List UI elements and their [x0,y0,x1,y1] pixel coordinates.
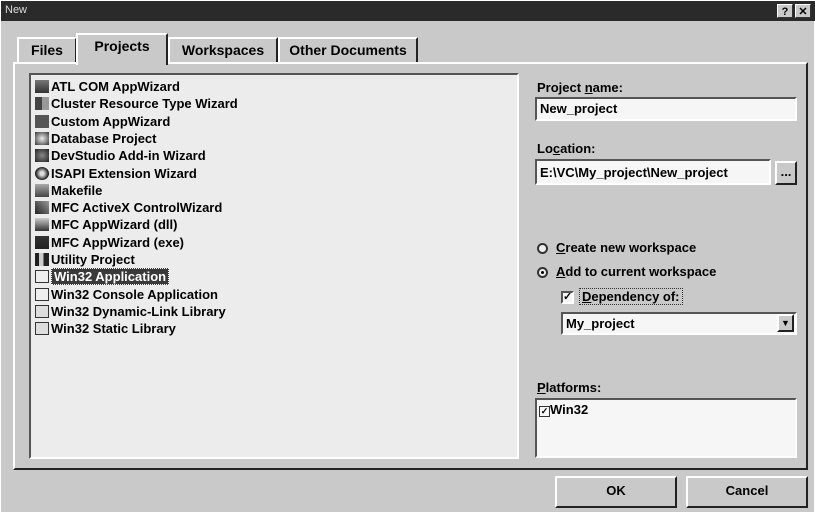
create-workspace-radio[interactable] [537,243,548,254]
list-item[interactable]: ISAPI Extension Wizard [35,166,197,183]
project-name-input[interactable]: New_project [535,97,797,121]
list-item-label: Win32 Application [51,268,170,286]
dependency-checkbox[interactable]: ✓ [561,291,574,304]
location-label: Location: [537,141,596,156]
list-item-label: MFC AppWizard (exe) [51,234,185,250]
list-item[interactable]: Win32 Dynamic-Link Library [35,304,226,321]
globe-icon [35,166,49,180]
list-item-label: Custom AppWizard [51,113,171,129]
platforms-label: Platforms: [537,380,602,395]
custom-wizard-icon [35,114,49,128]
list-item[interactable]: Win32 Application [35,268,170,286]
addin-icon [35,149,49,163]
cancel-button[interactable]: Cancel [686,476,808,508]
list-item-label: Win32 Console Application [51,286,218,302]
list-item-label: MFC AppWizard (dll) [51,217,178,233]
help-button[interactable]: ? [777,4,793,18]
win32-app-icon [35,270,49,284]
list-item-label: Database Project [51,130,157,146]
add-to-workspace-label[interactable]: Add to current workspace [556,264,716,279]
list-item-label: Makefile [51,182,103,198]
title-bar: New ? ✕ [1,1,815,21]
list-item[interactable]: MFC AppWizard (dll) [35,217,178,234]
database-icon [35,131,49,145]
platform-checkbox[interactable]: ✓ [539,406,550,417]
project-type-list[interactable]: ATL COM AppWizard Cluster Resource Type W… [29,73,519,459]
browse-button[interactable]: ... [775,161,797,185]
list-item-label: MFC ActiveX ControlWizard [51,200,223,216]
dependency-select[interactable]: My_project [561,312,797,335]
atl-icon [35,80,49,93]
platform-item-win32[interactable]: Win32 [550,402,588,417]
list-item[interactable]: MFC AppWizard (exe) [35,235,184,252]
list-item-label: DevStudio Add-in Wizard [51,148,206,164]
close-button[interactable]: ✕ [795,4,811,18]
platforms-list[interactable]: ✓ Win32 [535,398,797,458]
tab-other-documents[interactable]: Other Documents [278,37,418,62]
list-item-label: ISAPI Extension Wizard [51,165,197,181]
chevron-down-icon[interactable]: ▼ [777,314,794,332]
project-name-label: Project name: [537,80,623,95]
tab-files[interactable]: Files [17,37,77,62]
list-item-label: Win32 Static Library [51,321,176,337]
mfc-exe-icon [35,235,49,249]
list-item-label: Cluster Resource Type Wizard [51,96,238,112]
tab-workspaces[interactable]: Workspaces [168,37,278,62]
list-item[interactable]: Database Project [35,131,157,148]
list-item[interactable]: Win32 Static Library [35,321,176,338]
dependency-label[interactable]: Dependency of: [579,288,683,305]
window-title: New [5,4,28,16]
list-item-label: Win32 Dynamic-Link Library [51,303,226,319]
list-item[interactable]: MFC ActiveX ControlWizard [35,200,222,217]
utility-icon [35,253,49,266]
ok-button[interactable]: OK [555,476,677,508]
activex-icon [35,201,49,215]
lib-icon [35,322,49,336]
list-item[interactable]: ATL COM AppWizard [35,79,180,96]
add-to-workspace-radio[interactable] [537,267,548,278]
list-item[interactable]: DevStudio Add-in Wizard [35,148,206,165]
list-item[interactable]: Makefile [35,183,102,200]
console-icon [35,287,49,301]
dll-icon [35,304,49,318]
new-project-dialog: New ? ✕ Files Projects Workspaces Other … [0,0,815,513]
list-item[interactable]: Utility Project [35,252,135,269]
list-item[interactable]: Cluster Resource Type Wizard [35,96,238,113]
list-item[interactable]: Win32 Console Application [35,287,218,304]
list-item[interactable]: Custom AppWizard [35,114,170,131]
list-item-label: Utility Project [51,252,135,267]
cluster-icon [35,97,49,111]
list-item-label: ATL COM AppWizard [51,79,180,94]
mfc-dll-icon [35,218,49,232]
create-workspace-label[interactable]: Create new workspace [556,240,696,255]
location-input[interactable]: E:\VC\My_project\New_project [535,159,771,185]
makefile-icon [35,183,49,197]
tab-projects[interactable]: Projects [76,33,168,65]
